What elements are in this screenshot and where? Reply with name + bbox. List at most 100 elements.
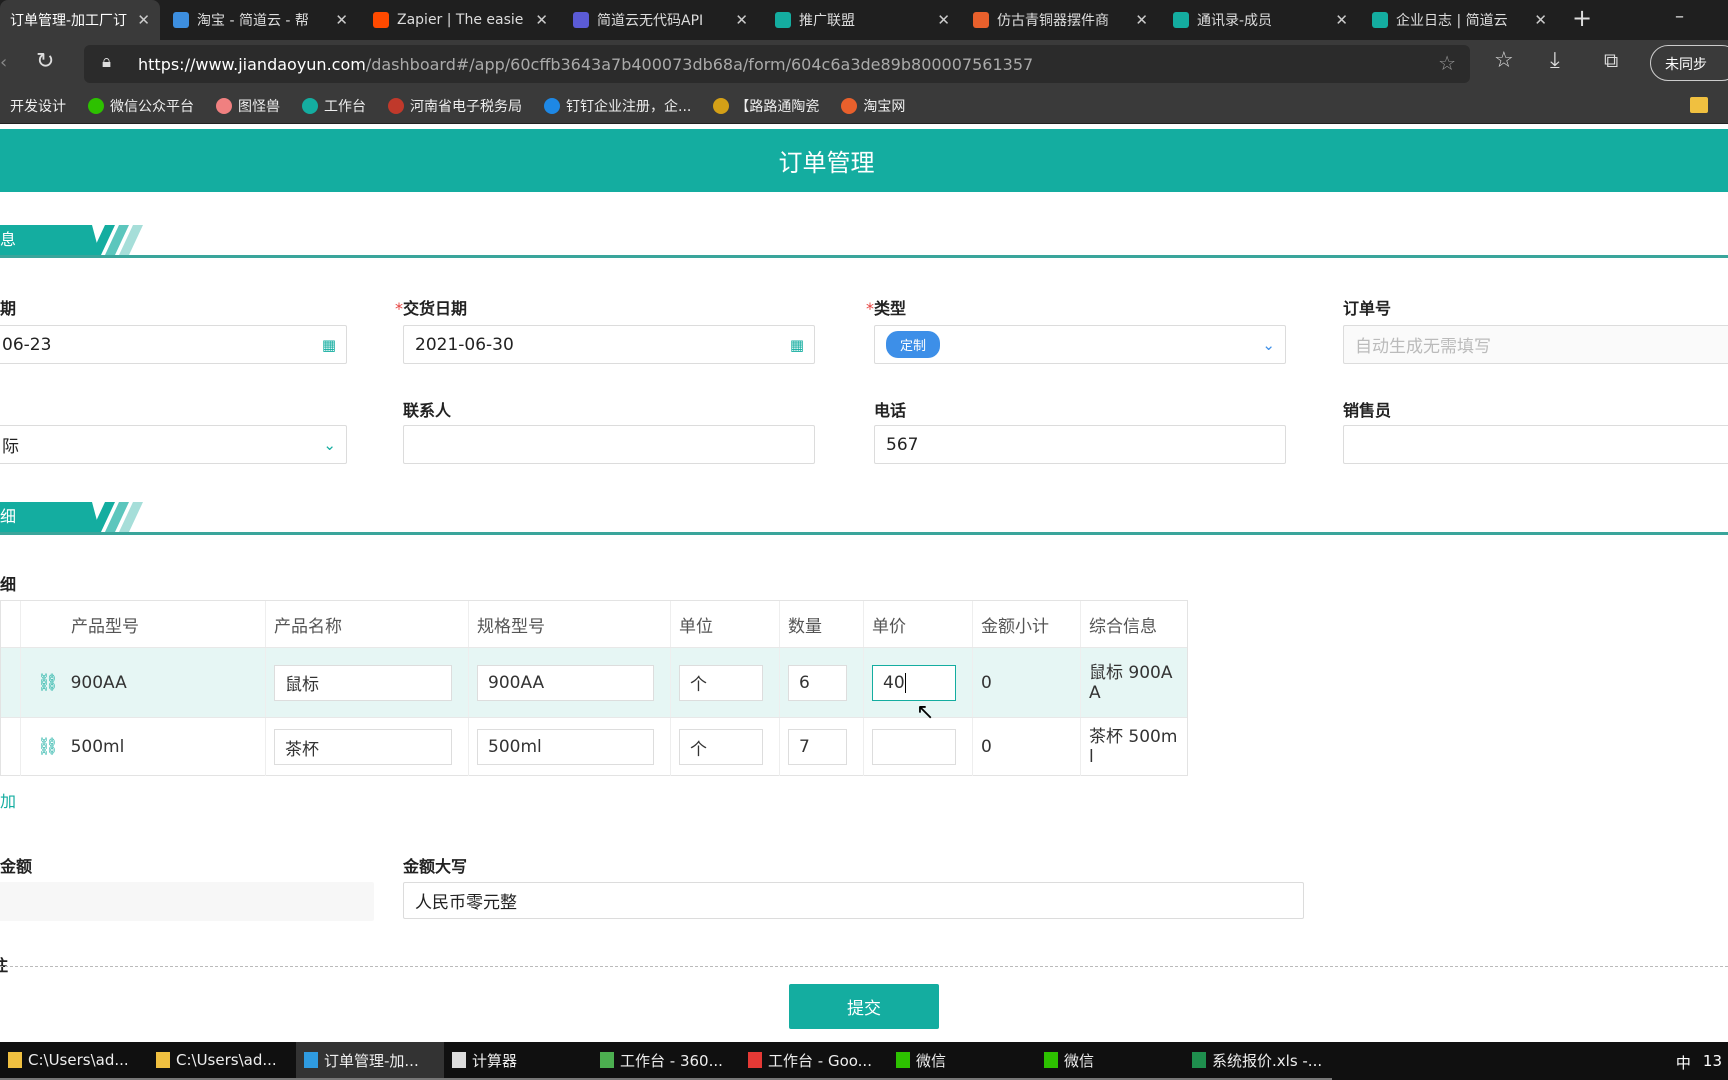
ime-indicator[interactable]: 中 xyxy=(1676,1052,1691,1073)
unit-input[interactable]: 个 xyxy=(679,664,763,701)
calendar-icon[interactable]: ▦ xyxy=(790,336,804,354)
delivery-date-input[interactable]: 2021-06-30 ▦ xyxy=(403,325,815,364)
name-input[interactable]: 鼠标 xyxy=(274,664,452,701)
browser-tab[interactable]: 订单管理-加工厂订 ✕ xyxy=(0,0,160,40)
taskbar-item[interactable]: 计算器 xyxy=(444,1042,592,1080)
spec-input[interactable]: 500ml xyxy=(477,729,654,765)
app-icon xyxy=(896,1052,910,1068)
taskbar-item[interactable]: 工作台 - Goo... xyxy=(740,1042,888,1080)
phone-input[interactable]: 567 xyxy=(874,425,1286,464)
bookmark-item[interactable]: 图怪兽 xyxy=(216,96,280,116)
order-no-input[interactable]: 自动生成无需填写 xyxy=(1343,325,1728,364)
refresh-icon[interactable]: ↻ xyxy=(36,49,54,74)
close-tab-icon[interactable]: ✕ xyxy=(535,11,548,29)
bookmark-item[interactable]: 工作台 xyxy=(302,96,366,116)
chevron-down-icon: ⌄ xyxy=(1262,335,1275,354)
table-row: ⛓ 500ml 茶杯 500ml 个 7 0 茶杯 500ml xyxy=(1,718,1187,776)
add-favorite-icon[interactable]: ☆ xyxy=(1438,51,1456,75)
cell-unit: 个 xyxy=(670,648,779,717)
browser-tab[interactable]: 通讯录-成员 ✕ xyxy=(1163,0,1358,40)
section-header-basic: 息 xyxy=(0,225,1728,258)
bookmark-icon xyxy=(216,97,232,114)
cell-name: 茶杯 xyxy=(265,718,468,776)
taskbar: C:\Users\ad... C:\Users\ad... 订单管理-加... 计算器… xyxy=(0,1042,1728,1080)
browser-tab[interactable]: 推广联盟 ✕ xyxy=(765,0,960,40)
collections-icon[interactable]: ⧉ xyxy=(1604,48,1618,72)
close-tab-icon[interactable]: ✕ xyxy=(735,11,748,29)
table-header-row: 产品型号 产品名称 规格型号 单位 数量 单价 金额小计 综合信息 xyxy=(1,601,1187,648)
calendar-icon[interactable]: ▦ xyxy=(322,336,336,354)
column-header: 单价 xyxy=(863,601,972,647)
bookmark-item[interactable]: 【路路通陶瓷 xyxy=(713,96,819,116)
bookmark-icon xyxy=(388,97,404,114)
unit-input[interactable]: 个 xyxy=(679,729,763,765)
price-input[interactable] xyxy=(872,729,956,765)
phone-label: 电话 xyxy=(874,401,907,420)
bookmark-item[interactable]: 钉钉企业注册，企... xyxy=(544,96,691,116)
close-tab-icon[interactable]: ✕ xyxy=(1335,11,1348,29)
bookmark-item[interactable]: 微信公众平台 xyxy=(88,96,194,116)
taskbar-item[interactable]: C:\Users\ad... xyxy=(148,1042,296,1080)
salesperson-label: 销售员 xyxy=(1343,401,1392,420)
page-header: 订单管理 xyxy=(0,129,1728,192)
favorites-icon[interactable]: ☆ xyxy=(1494,48,1514,73)
taskbar-item[interactable]: C:\Users\ad... xyxy=(0,1042,148,1080)
browser-tab[interactable]: Zapier | The easie ✕ xyxy=(363,0,558,40)
bookmark-item[interactable]: 河南省电子税务局 xyxy=(388,96,522,116)
qty-input[interactable]: 7 xyxy=(788,729,847,765)
price-input[interactable]: 40 xyxy=(872,664,956,701)
bookmark-icon xyxy=(302,97,318,114)
browser-tab[interactable]: 简道云无代码API ✕ xyxy=(563,0,758,40)
sync-button[interactable]: 未同步 xyxy=(1650,45,1728,81)
browser-tab[interactable]: 淘宝 - 简道云 - 帮 ✕ xyxy=(163,0,358,40)
order-date-input[interactable]: 06-23 ▦ xyxy=(0,325,347,364)
column-header: 规格型号 xyxy=(468,601,670,647)
column-header: 综合信息 xyxy=(1080,601,1189,647)
taskbar-item[interactable]: 系统报价.xls -... xyxy=(1184,1042,1332,1080)
app-icon xyxy=(1192,1052,1206,1068)
browser-tab[interactable]: 企业日志 | 简道云 ✕ xyxy=(1362,0,1557,40)
lock-icon: 🔒︎ xyxy=(102,52,112,72)
spec-input[interactable]: 900AA xyxy=(477,664,654,701)
contact-input[interactable] xyxy=(403,425,815,464)
submit-button[interactable]: 提交 xyxy=(789,984,939,1029)
customer-select[interactable]: 际 ⌄ xyxy=(0,425,347,464)
cell-model: ⛓ 500ml xyxy=(20,718,265,776)
contact-label: 联系人 xyxy=(403,401,452,420)
clock[interactable]: 13 xyxy=(1703,1052,1722,1073)
minimize-icon[interactable]: – xyxy=(1675,6,1684,27)
address-bar[interactable]: 🔒︎ https://www.jiandaoyun.com/dashboard#… xyxy=(84,45,1470,83)
type-select[interactable]: 定制 ⌄ xyxy=(874,325,1286,364)
taskbar-item[interactable]: 微信 xyxy=(888,1042,1036,1080)
close-tab-icon[interactable]: ✕ xyxy=(335,11,348,29)
cell-info: 茶杯 500ml xyxy=(1080,718,1189,776)
close-tab-icon[interactable]: ✕ xyxy=(137,11,150,29)
total-caps-input[interactable]: 人民币零元整 xyxy=(403,882,1304,919)
browser-tab[interactable]: 仿古青铜器摆件商 ✕ xyxy=(963,0,1158,40)
name-input[interactable]: 茶杯 xyxy=(274,729,452,765)
close-tab-icon[interactable]: ✕ xyxy=(1135,11,1148,29)
favicon-icon xyxy=(1173,12,1189,28)
taskbar-item[interactable]: 工作台 - 360... xyxy=(592,1042,740,1080)
qty-input[interactable]: 6 xyxy=(788,664,847,701)
add-row-link[interactable]: 加 xyxy=(0,788,16,812)
link-icon[interactable]: ⛓ xyxy=(37,673,59,693)
back-icon[interactable]: ‹ xyxy=(0,52,7,73)
download-icon[interactable]: ⤓ xyxy=(1550,48,1560,73)
close-tab-icon[interactable]: ✕ xyxy=(937,11,950,29)
close-tab-icon[interactable]: ✕ xyxy=(1534,11,1547,29)
bookmark-item[interactable]: 淘宝网 xyxy=(841,96,905,116)
column-header: 产品型号 xyxy=(20,601,265,647)
app-icon xyxy=(304,1052,318,1068)
salesperson-input[interactable] xyxy=(1343,425,1728,464)
link-icon[interactable]: ⛓ xyxy=(37,737,59,757)
taskbar-item[interactable]: 订单管理-加... xyxy=(296,1042,444,1080)
folder-icon[interactable] xyxy=(1690,97,1708,113)
taskbar-item[interactable]: 微信 xyxy=(1036,1042,1184,1080)
new-tab-icon[interactable]: + xyxy=(1572,4,1592,32)
cell-spec: 900AA xyxy=(468,648,670,717)
mouse-cursor-icon: ↖ xyxy=(916,700,935,725)
bookmark-item[interactable]: 开发设计 xyxy=(10,96,66,116)
text-cursor xyxy=(904,672,906,693)
total-input[interactable] xyxy=(0,882,374,921)
